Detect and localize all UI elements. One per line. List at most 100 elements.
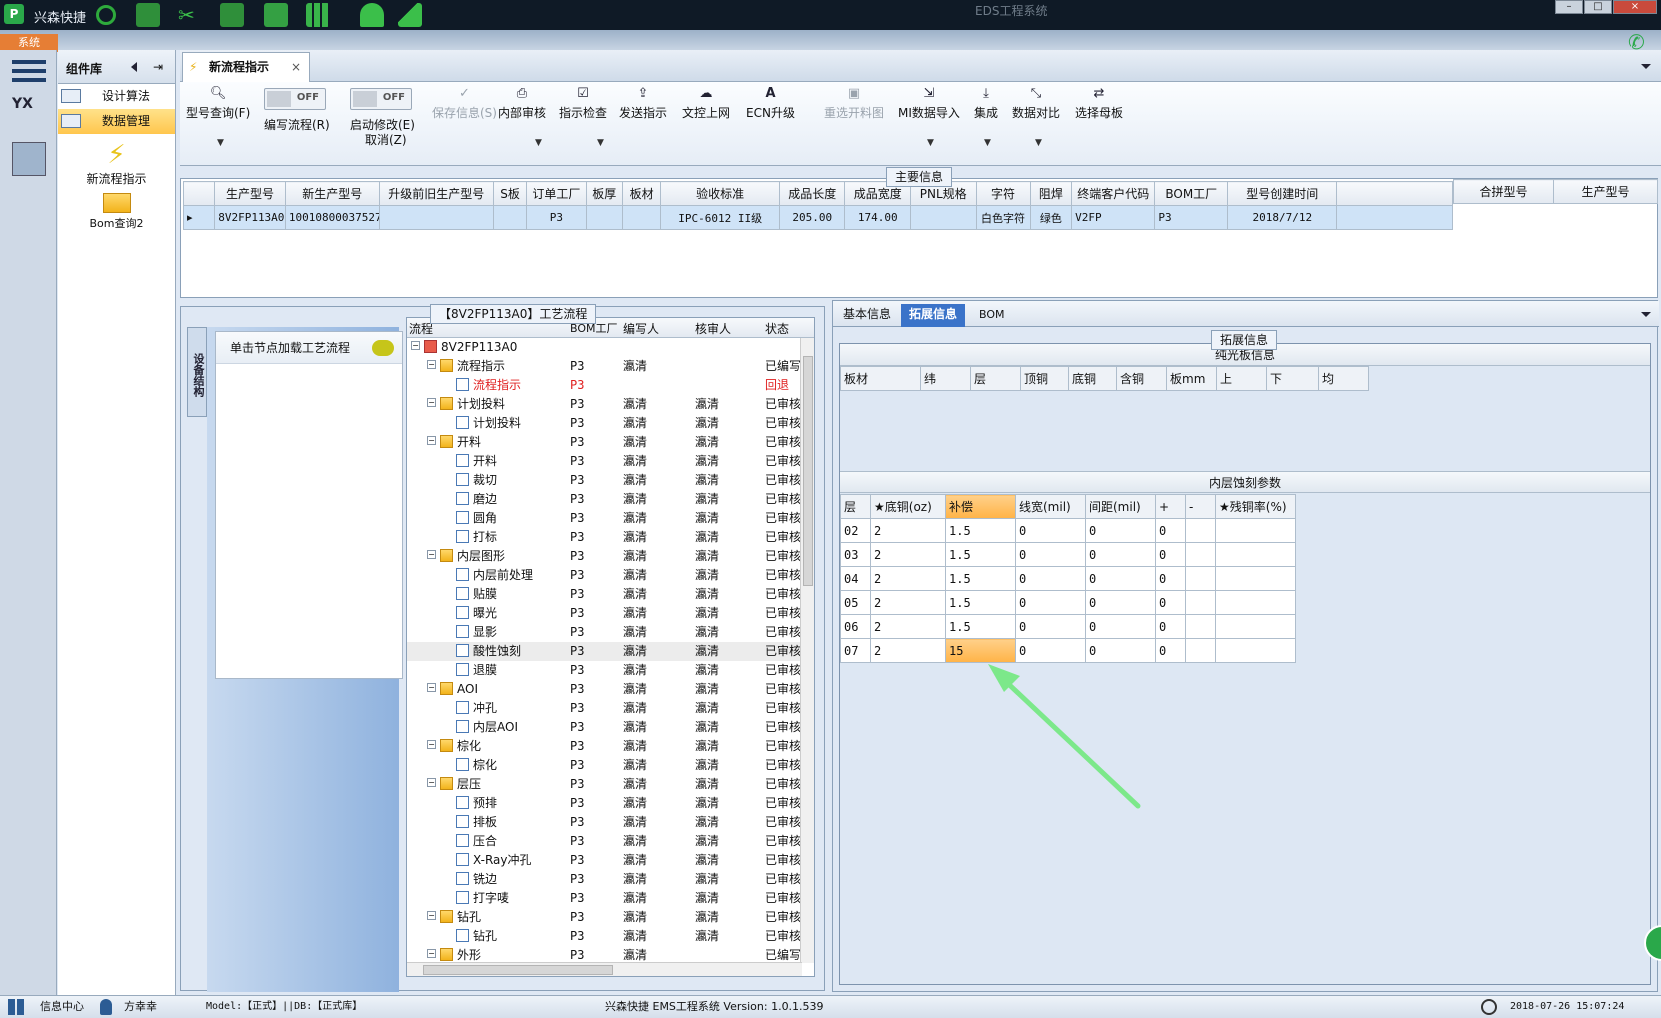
column-header[interactable]: 型号创建时间 [1227, 181, 1338, 206]
tree-node[interactable]: − 开料 [427, 433, 481, 452]
dropdown-icon[interactable] [1641, 64, 1651, 69]
close-tab-icon[interactable]: × [291, 53, 301, 81]
column-header[interactable]: 底铜 [1068, 366, 1117, 391]
column-header[interactable]: 补偿 [945, 494, 1016, 519]
collapse-toggle-icon[interactable]: − [427, 949, 436, 958]
scissors-icon[interactable]: ✂ [178, 3, 202, 27]
tree-node[interactable]: 打字唛 [443, 889, 509, 908]
column-header[interactable]: 状态 [765, 320, 789, 337]
table-row[interactable]: 06 2 1.5 0 0 0 [840, 614, 1296, 639]
component-item-data-management[interactable]: 数据管理 [58, 109, 175, 134]
table-cell[interactable]: 0 [1015, 542, 1086, 567]
load-flow-hint[interactable]: 单击节点加载工艺流程 [216, 332, 402, 364]
table-cell[interactable]: 0 [1085, 542, 1156, 567]
column-header[interactable]: 升级前旧生产型号 [378, 181, 494, 206]
column-header[interactable]: 层 [840, 494, 871, 519]
tree-row[interactable]: − 8V2FP113A0 [407, 338, 802, 357]
new-flow-shortcut[interactable]: ⚡ 新流程指示 [58, 140, 175, 187]
column-header[interactable]: 板材 [840, 366, 921, 391]
table-cell[interactable]: 1.5 [945, 614, 1016, 639]
grid-icon[interactable] [306, 3, 330, 27]
table-cell[interactable] [1185, 638, 1216, 663]
tree-row[interactable]: 贴膜 P3 瀛清 瀛清 已审核 [407, 585, 802, 604]
table-cell[interactable]: 1.5 [945, 518, 1016, 543]
tree-row[interactable]: 磨边 P3 瀛清 瀛清 已审核 [407, 490, 802, 509]
integrate-dropdown[interactable]: ▼ [984, 138, 991, 148]
table-cell[interactable]: P3 [1154, 205, 1229, 230]
table-cell[interactable] [621, 205, 662, 230]
tree-node[interactable]: 磨边 [443, 490, 497, 509]
tree-node[interactable]: 圆角 [443, 509, 497, 528]
tree-row[interactable]: 排板 P3 瀛清 瀛清 已审核 [407, 813, 802, 832]
column-header[interactable]: 顶铜 [1020, 366, 1069, 391]
close-button[interactable]: × [1613, 0, 1657, 14]
table-cell[interactable]: 绿色 [1029, 205, 1073, 230]
collapse-toggle-icon[interactable]: − [411, 341, 420, 350]
model-query-button[interactable]: 🔍︎ 型号查询(F) [186, 86, 250, 121]
collapse-toggle-icon[interactable]: − [427, 550, 436, 559]
instruction-check-button[interactable]: ☑ 指示检查 [559, 86, 607, 121]
save-info-button[interactable]: ✓ 保存信息(S) [432, 86, 497, 121]
table-cell[interactable]: 06 [840, 614, 871, 639]
table-cell[interactable]: 04 [840, 566, 871, 591]
mi-import-button[interactable]: ⇲ MI数据导入 [898, 86, 960, 121]
tree-row[interactable]: 打字唛 P3 瀛清 瀛清 已审核 [407, 889, 802, 908]
table-cell[interactable]: P3 [526, 205, 587, 230]
model-query-dropdown[interactable]: ▼ [217, 138, 224, 148]
tree-node[interactable]: 打标 [443, 528, 497, 547]
tab-basic-info[interactable]: 基本信息 [835, 304, 899, 327]
column-header[interactable]: 下 [1266, 366, 1319, 391]
table-cell[interactable]: 03 [840, 542, 871, 567]
table-cell[interactable]: 0 [1085, 518, 1156, 543]
column-header[interactable]: ★底铜(oz) [870, 494, 946, 519]
internal-review-button[interactable]: ⎙ 内部审核 [498, 86, 546, 121]
table-cell[interactable]: IPC-6012 II级 [660, 205, 780, 230]
table-cell[interactable]: 0 [1085, 638, 1156, 663]
collapse-toggle-icon[interactable]: − [427, 740, 436, 749]
calculator-icon[interactable] [136, 3, 160, 27]
column-header[interactable]: + [1155, 494, 1186, 519]
ecn-upgrade-button[interactable]: A ECN升级 [746, 86, 795, 121]
tree-row[interactable]: 开料 P3 瀛清 瀛清 已审核 [407, 452, 802, 471]
tree-row[interactable]: − 层压 P3 瀛清 瀛清 已审核 [407, 775, 802, 794]
table-cell[interactable]: V2FP [1071, 205, 1156, 230]
chart-icon[interactable] [398, 3, 422, 27]
upload-button[interactable]: ☁ 文控上网 [682, 86, 730, 121]
search-icon[interactable] [96, 5, 116, 25]
info-center-link[interactable]: 信息中心 [40, 996, 84, 1018]
tree-row[interactable]: − 内层图形 P3 瀛清 瀛清 已审核 [407, 547, 802, 566]
table-cell[interactable]: 15 [945, 638, 1016, 663]
table-cell[interactable] [909, 205, 977, 230]
tree-node[interactable]: 钻孔 [443, 927, 497, 946]
column-header[interactable]: 纬 [920, 366, 971, 391]
tree-row[interactable]: 打标 P3 瀛清 瀛清 已审核 [407, 528, 802, 547]
table-cell[interactable]: 205.00 [778, 205, 846, 230]
column-header[interactable]: S板 [492, 181, 528, 206]
component-item-design-algorithm[interactable]: 设计算法 [58, 84, 175, 109]
copy-icon[interactable] [264, 3, 288, 27]
column-header[interactable]: 板材 [621, 181, 662, 206]
tree-row[interactable]: 退膜 P3 瀛清 瀛清 已审核 [407, 661, 802, 680]
yx-module-icon[interactable]: YX [12, 96, 46, 130]
tree-row[interactable]: 流程指示 P3 回退 [407, 376, 802, 395]
table-cell[interactable] [1185, 614, 1216, 639]
tree-node[interactable]: 曝光 [443, 604, 497, 623]
collapse-toggle-icon[interactable]: − [427, 683, 436, 692]
collapse-left-icon[interactable] [131, 62, 137, 72]
table-row[interactable]: ▸ 8V2FP113A0 10010800037527 P3 IPC-6012 … [182, 205, 1453, 230]
tree-row[interactable]: 铣边 P3 瀛清 瀛清 已审核 [407, 870, 802, 889]
collapse-toggle-icon[interactable]: − [427, 778, 436, 787]
tree-vertical-scrollbar[interactable] [800, 338, 814, 963]
table-row[interactable]: 07 2 15 0 0 0 [840, 638, 1296, 663]
scroll-thumb[interactable] [423, 965, 613, 975]
table-cell[interactable] [585, 205, 623, 230]
scroll-thumb[interactable] [803, 356, 813, 586]
tree-node[interactable]: 预排 [443, 794, 497, 813]
tree-node[interactable]: − AOI [427, 680, 478, 699]
column-header[interactable]: 含铜 [1116, 366, 1167, 391]
tree-row[interactable]: 显影 P3 瀛清 瀛清 已审核 [407, 623, 802, 642]
phone-icon[interactable]: ✆ [1628, 30, 1645, 54]
tree-node[interactable]: 排板 [443, 813, 497, 832]
data-compare-dropdown[interactable]: ▼ [1035, 138, 1042, 148]
table-cell[interactable]: 0 [1155, 566, 1186, 591]
